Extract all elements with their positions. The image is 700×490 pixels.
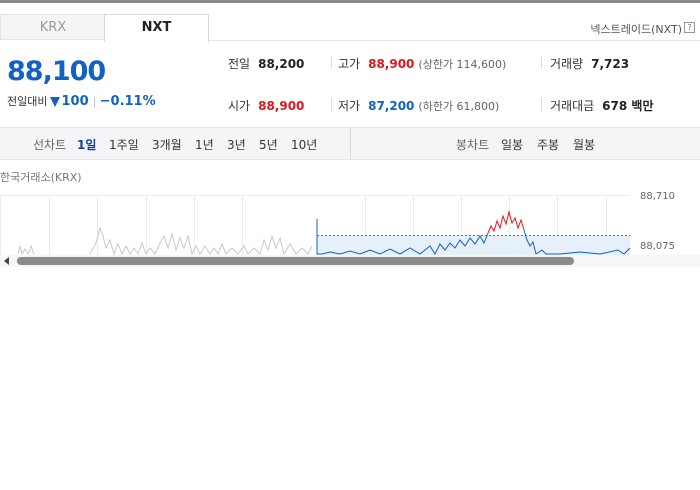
period-1w-button[interactable]: 1주일 — [109, 136, 139, 153]
line-chart-label: 선차트 — [33, 138, 67, 152]
candle-weekly-button[interactable]: 주봉 — [537, 136, 559, 153]
stat-label: 시가 — [228, 99, 251, 113]
help-icon[interactable]: ? — [684, 22, 695, 33]
stat-lower-limit: (하한가 61,800) — [418, 100, 500, 113]
price-change-row: 전일대비 100 −0.11% — [7, 93, 156, 109]
tab-krx[interactable]: KRX — [0, 14, 105, 40]
nxt-info-link[interactable]: 넥스트레이드(NXT) — [590, 21, 682, 37]
candle-daily-button[interactable]: 일봉 — [501, 136, 523, 153]
stat-value: 88,200 — [258, 57, 305, 71]
stat-open: 시가 88,900 — [228, 97, 304, 114]
chart-scrollbar[interactable] — [0, 255, 700, 267]
scroll-thumb[interactable] — [17, 257, 574, 265]
down-triangle-icon — [50, 97, 61, 107]
period-1y-button[interactable]: 1년 — [195, 136, 214, 153]
toolbar-divider — [350, 128, 351, 159]
period-1d-button[interactable]: 1일 — [77, 136, 96, 153]
stat-value: 87,200 — [368, 99, 415, 113]
divider — [541, 98, 542, 111]
price-chart: 88,710 88,075 — [0, 188, 700, 256]
stat-value: 678 백만 — [602, 99, 654, 113]
candle-chart-label: 봉차트 — [456, 138, 490, 152]
stat-value: 7,723 — [591, 57, 630, 71]
current-price: 88,100 — [7, 56, 106, 87]
change-percent: −0.11% — [99, 94, 156, 109]
stat-label: 전일 — [228, 57, 251, 71]
period-3y-button[interactable]: 3년 — [227, 136, 246, 153]
stat-amount: 거래대금 678 백만 — [550, 97, 653, 114]
history-series-line — [17, 244, 35, 256]
scroll-left-arrow-icon[interactable] — [4, 257, 9, 265]
stat-high: 고가 88,900 (상한가 114,600) — [338, 55, 506, 72]
stat-label: 거래량 — [550, 57, 584, 71]
stat-low: 저가 87,200 (하한가 61,800) — [338, 97, 499, 114]
stat-prev-close: 전일 88,200 — [228, 55, 304, 72]
change-amount: 100 — [61, 94, 89, 109]
top-border — [0, 0, 700, 3]
divider — [93, 96, 95, 108]
divider — [541, 56, 542, 69]
period-10y-button[interactable]: 10년 — [291, 136, 317, 153]
period-3m-button[interactable]: 3개월 — [152, 136, 182, 153]
price-series-line-up — [487, 210, 525, 234]
stat-value: 88,900 — [258, 99, 305, 113]
change-label: 전일대비 — [7, 95, 48, 108]
price-chart-svg: 88,710 88,075 — [0, 191, 675, 256]
candle-monthly-button[interactable]: 월봉 — [573, 136, 595, 153]
y-tick-label: 88,075 — [640, 241, 675, 252]
tab-nxt[interactable]: NXT — [104, 14, 209, 42]
stat-volume: 거래량 7,723 — [550, 55, 629, 72]
tabs-divider — [209, 40, 700, 41]
stat-label: 거래대금 — [550, 99, 595, 113]
stat-value: 88,900 — [368, 57, 415, 71]
chart-toolbar: 선차트 1일 1주일 3개월 1년 3년 5년 10년 봉차트 일봉 주봉 월봉 — [0, 127, 700, 160]
chart-source-title: 한국거래소(KRX) — [0, 171, 82, 184]
history-series-line — [89, 226, 313, 256]
stat-upper-limit: (상한가 114,600) — [418, 58, 507, 71]
divider — [331, 56, 332, 69]
y-tick-label: 88,710 — [640, 191, 675, 202]
stat-label: 저가 — [338, 99, 361, 113]
divider — [331, 98, 332, 111]
period-5y-button[interactable]: 5년 — [259, 136, 278, 153]
stat-label: 고가 — [338, 57, 361, 71]
